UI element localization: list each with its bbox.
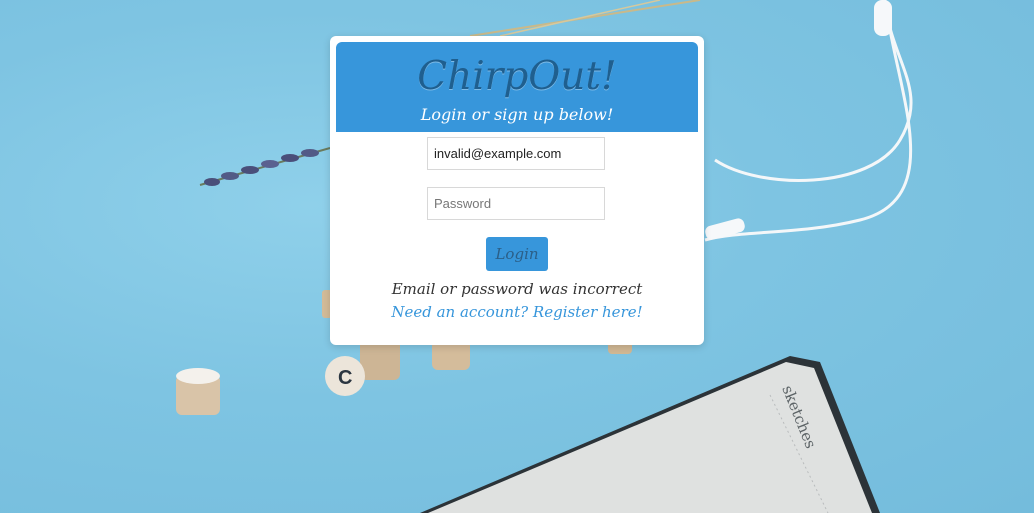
lavender-sprig <box>199 147 331 186</box>
login-button[interactable]: Login <box>486 237 548 271</box>
letter-c-block: C <box>338 367 352 389</box>
app-title: ChirpOut! <box>417 54 617 99</box>
login-card: ChirpOut! Login or sign up below! Login … <box>330 36 704 345</box>
grass-stalk <box>499 0 661 37</box>
register-link[interactable]: Need an account? Register here! <box>330 302 704 322</box>
password-input[interactable] <box>427 187 605 220</box>
error-message: Email or password was incorrect <box>391 280 643 298</box>
email-input[interactable] <box>427 137 605 170</box>
app-subtitle: Login or sign up below! <box>420 105 614 124</box>
grass-stalk <box>469 0 701 37</box>
notebook: sketches <box>420 356 880 513</box>
card-header: ChirpOut! Login or sign up below! <box>336 42 698 132</box>
